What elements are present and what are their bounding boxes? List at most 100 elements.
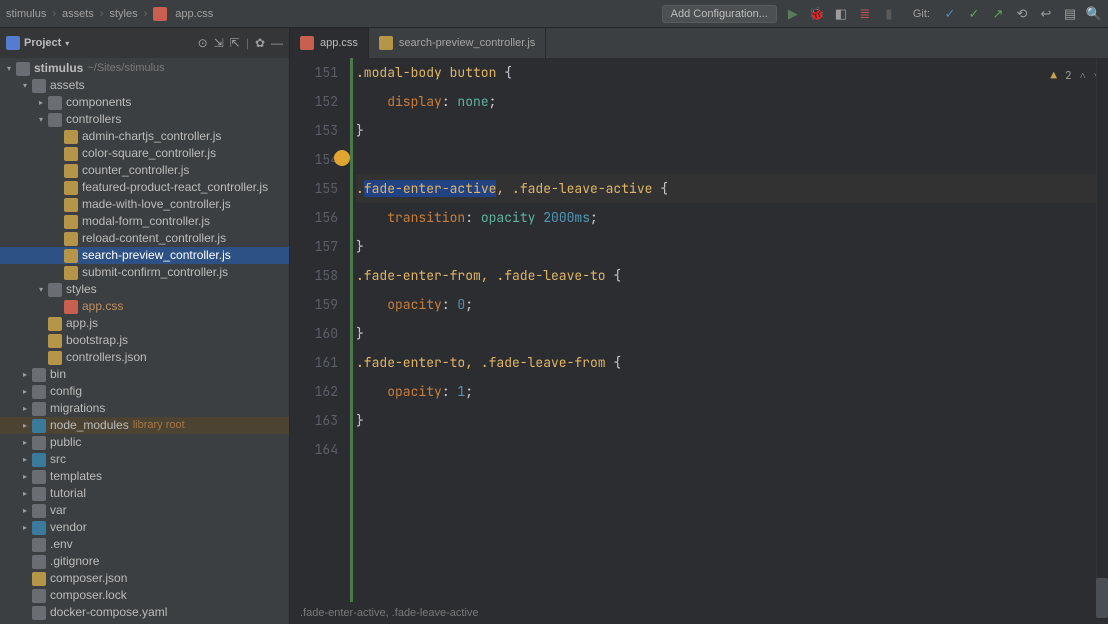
tree-item[interactable]: controllers (0, 111, 289, 128)
toolbar-divider: ▮ (881, 6, 897, 22)
add-configuration-button[interactable]: Add Configuration... (662, 5, 777, 23)
line-gutter[interactable]: 1511521531541551561571581591601611621631… (290, 58, 348, 602)
gear-icon[interactable]: ✿ (255, 36, 265, 50)
tree-item[interactable]: styles (0, 281, 289, 298)
tree-item[interactable]: reload-content_controller.js (0, 230, 289, 247)
search-icon[interactable]: 🔍 (1086, 6, 1102, 22)
intention-bulb-icon[interactable] (334, 150, 350, 166)
tree-item[interactable]: docker-compose.yaml (0, 604, 289, 621)
folde-icon (32, 453, 46, 467)
tree-item[interactable]: var (0, 502, 289, 519)
tree-item[interactable]: public (0, 434, 289, 451)
code-line[interactable]: transition: opacity 2000ms; (356, 203, 1108, 232)
code-line[interactable]: .fade-enter-to, .fade-leave-from { (356, 348, 1108, 377)
show-options-icon[interactable]: | (246, 36, 249, 50)
tree-item[interactable]: assets (0, 77, 289, 94)
tree-item[interactable]: src (0, 451, 289, 468)
tree-item[interactable]: color-square_controller.js (0, 145, 289, 162)
git-push-icon[interactable]: ↗ (990, 6, 1006, 22)
project-tree[interactable]: stimulus~/Sites/stimulusassetscomponents… (0, 58, 289, 621)
tree-item[interactable]: composer.json (0, 570, 289, 587)
tree-item[interactable]: submit-confirm_controller.js (0, 264, 289, 281)
scrollbar-thumb[interactable] (1096, 578, 1108, 618)
project-structure-icon[interactable]: ▤ (1062, 6, 1078, 22)
select-opened-file-icon[interactable]: ⊙ (198, 36, 208, 50)
code-line[interactable]: } (356, 232, 1108, 261)
editor-scrollbar[interactable] (1096, 58, 1108, 602)
code-line[interactable]: } (356, 319, 1108, 348)
hide-icon[interactable]: — (271, 36, 283, 50)
history-icon[interactable]: ⟲ (1014, 6, 1030, 22)
code-line[interactable]: .fade-enter-active, .fade-leave-active { (356, 174, 1108, 203)
code-line[interactable]: opacity: 1; (356, 377, 1108, 406)
tree-item[interactable]: featured-product-react_controller.js (0, 179, 289, 196)
tab-label: search-preview_controller.js (399, 37, 535, 49)
top-toolbar: stimulus › assets › styles › app.css Add… (0, 0, 1108, 28)
tree-item[interactable]: admin-chartjs_controller.js (0, 128, 289, 145)
code-line[interactable]: display: none; (356, 87, 1108, 116)
tree-item[interactable]: migrations (0, 400, 289, 417)
crumb[interactable]: stimulus (6, 8, 46, 20)
tree-item[interactable]: modal-form_controller.js (0, 213, 289, 230)
tree-item[interactable]: tutorial (0, 485, 289, 502)
tree-item[interactable]: bin (0, 366, 289, 383)
fold-icon (32, 402, 46, 416)
editor-area: app.css search-preview_controller.js 1511… (290, 28, 1108, 624)
breadcrumb-bar[interactable]: .fade-enter-active, .fade-leave-active (290, 602, 1108, 624)
tree-item[interactable]: app.js (0, 315, 289, 332)
tree-item[interactable]: node_moduleslibrary root (0, 417, 289, 434)
tree-item[interactable]: templates (0, 468, 289, 485)
crumb[interactable]: styles (109, 8, 137, 20)
breadcrumb[interactable]: stimulus › assets › styles › app.css (6, 7, 213, 21)
tree-item[interactable]: counter_controller.js (0, 162, 289, 179)
expand-all-icon[interactable]: ⇲ (214, 36, 224, 50)
code-line[interactable]: } (356, 116, 1108, 145)
chevron-up-icon[interactable]: ˄ (1080, 62, 1086, 91)
code-line[interactable]: .fade-enter-from, .fade-leave-to { (356, 261, 1108, 290)
run-icon[interactable]: ▶ (785, 6, 801, 22)
stop-icon[interactable]: ≣ (857, 6, 873, 22)
code-line[interactable]: opacity: 0; (356, 290, 1108, 319)
tree-item[interactable]: .gitignore (0, 553, 289, 570)
git-commit-icon[interactable]: ✓ (966, 6, 982, 22)
fold-icon (48, 113, 62, 127)
tree-item[interactable]: config (0, 383, 289, 400)
tree-item[interactable]: .env (0, 536, 289, 553)
crumb[interactable]: assets (62, 8, 94, 20)
fold-icon (48, 96, 62, 110)
tree-root[interactable]: stimulus~/Sites/stimulus (0, 60, 289, 77)
tree-item[interactable]: app.css (0, 298, 289, 315)
editor-tab[interactable]: search-preview_controller.js (369, 28, 546, 58)
tree-item[interactable]: bootstrap.js (0, 332, 289, 349)
crumb-file[interactable]: app.css (153, 7, 213, 21)
json-icon (48, 351, 62, 365)
undo-icon[interactable]: ↩ (1038, 6, 1054, 22)
tree-item[interactable]: search-preview_controller.js (0, 247, 289, 264)
fold-icon (32, 368, 46, 382)
js-icon (48, 317, 62, 331)
chevron-right-icon: › (144, 8, 148, 20)
code-line[interactable] (356, 145, 1108, 174)
editor-tab[interactable]: app.css (290, 28, 369, 58)
inspections-widget[interactable]: ▲2 ˄ ˅ (1050, 62, 1100, 91)
fold-icon (48, 283, 62, 297)
code-line[interactable]: .modal-body button { (356, 58, 1108, 87)
chevron-right-icon: › (100, 8, 104, 20)
project-view-select[interactable]: Project ▾ (6, 36, 69, 50)
tree-item[interactable]: vendor (0, 519, 289, 536)
code-line[interactable]: } (356, 406, 1108, 435)
code-area[interactable]: ▲2 ˄ ˅ .modal-body button { display: non… (354, 58, 1108, 602)
git-update-icon[interactable]: ✓ (942, 6, 958, 22)
tree-item[interactable]: controllers.json (0, 349, 289, 366)
project-icon (6, 36, 20, 50)
tree-item[interactable]: made-with-love_controller.js (0, 196, 289, 213)
tree-item[interactable]: composer.lock (0, 587, 289, 604)
collapse-all-icon[interactable]: ⇱ (230, 36, 240, 50)
fold-icon (32, 79, 46, 93)
code-line[interactable] (356, 435, 1108, 464)
coverage-icon[interactable]: ◧ (833, 6, 849, 22)
fold-icon (32, 504, 46, 518)
tree-item[interactable]: components (0, 94, 289, 111)
debug-icon[interactable]: 🐞 (809, 6, 825, 22)
css-icon (300, 36, 314, 50)
